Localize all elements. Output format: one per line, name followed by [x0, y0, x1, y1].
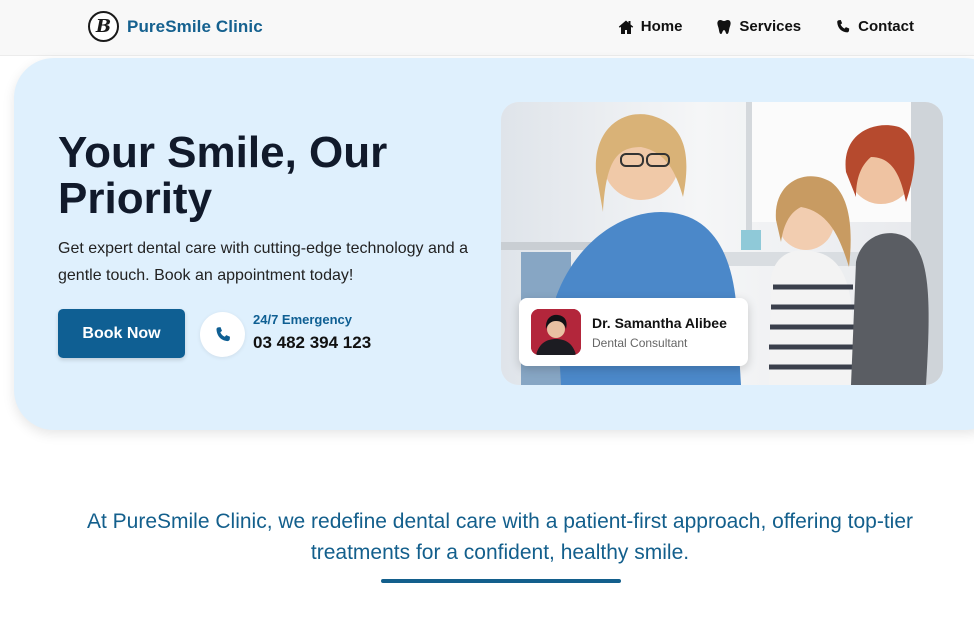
doctor-name: Dr. Samantha Alibee	[592, 315, 727, 331]
emergency-number[interactable]: 03 482 394 123	[253, 333, 371, 353]
nav-home[interactable]: Home	[618, 18, 683, 35]
main-nav: Home Services Contact	[618, 18, 914, 35]
home-icon	[618, 20, 633, 34]
top-navbar: B PureSmile Clinic Home Services Contact	[0, 0, 974, 56]
phone-icon	[215, 326, 230, 341]
emergency-phone-button[interactable]	[200, 312, 245, 357]
nav-home-label: Home	[640, 18, 683, 35]
doctor-portrait-illustration	[531, 309, 581, 355]
emergency-label: 24/7 Emergency	[253, 312, 353, 327]
tooth-icon	[717, 19, 732, 34]
book-now-button[interactable]: Book Now	[58, 309, 185, 358]
doctor-role: Dental Consultant	[592, 336, 688, 350]
brand-logo-icon: B	[88, 11, 119, 42]
doctor-card[interactable]: Dr. Samantha Alibee Dental Consultant	[519, 298, 748, 366]
brand[interactable]: B PureSmile Clinic	[88, 11, 263, 42]
intro-text: At PureSmile Clinic, we redefine dental …	[86, 510, 914, 564]
doctor-avatar	[531, 309, 581, 355]
nav-services-label: Services	[739, 18, 802, 35]
nav-contact-label: Contact	[858, 18, 914, 35]
hero-section: Your Smile, Our Priority Get expert dent…	[14, 58, 974, 430]
nav-services[interactable]: Services	[716, 18, 801, 35]
brand-name: PureSmile Clinic	[127, 16, 263, 36]
intro-divider	[381, 579, 621, 583]
phone-icon	[837, 19, 850, 32]
nav-contact[interactable]: Contact	[835, 18, 914, 35]
hero-title: Your Smile, Our Priority	[58, 128, 388, 223]
hero-subtitle: Get expert dental care with cutting-edge…	[58, 240, 469, 284]
